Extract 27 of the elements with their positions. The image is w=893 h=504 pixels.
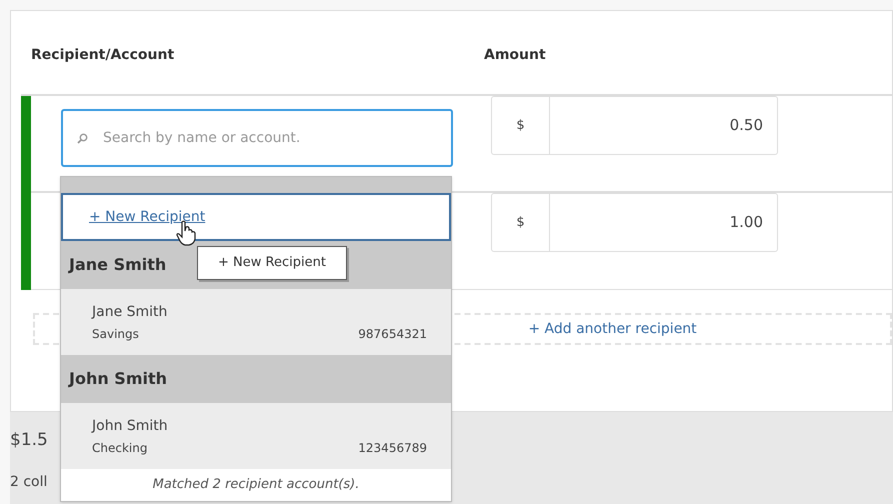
add-recipient-link[interactable]: + Add another recipient <box>528 318 697 340</box>
account-name: John Smith <box>92 416 169 436</box>
new-recipient-item[interactable]: + New Recipient <box>61 193 451 241</box>
column-header: Recipient/Account <box>30 46 176 65</box>
tooltip: + New Recipient <box>197 246 347 280</box>
total-amount: $1.5 <box>10 429 48 452</box>
account-type: Savings <box>92 326 139 342</box>
currency-label: $ <box>492 97 550 154</box>
amount-field[interactable]: $ 0.50 <box>491 96 778 155</box>
account-item[interactable]: Jane Smith Savings 987654321 <box>61 289 451 355</box>
amount-value: 1.00 <box>728 212 764 234</box>
column-header: Amount <box>484 46 546 65</box>
new-recipient-link[interactable]: + New Recipient <box>89 206 206 228</box>
amount-value: 0.50 <box>728 115 764 136</box>
search-field[interactable]: Search by name or account. <box>61 109 453 167</box>
group-header: John Smith <box>69 368 168 390</box>
account-number: 987654321 <box>358 326 427 342</box>
account-type: Checking <box>92 440 148 456</box>
count-label: 2 coll <box>10 472 48 492</box>
account-item[interactable]: John Smith Checking 123456789 <box>61 403 451 469</box>
match-count: Matched 2 recipient account(s). <box>61 469 451 501</box>
group-header: Jane Smith <box>69 254 166 276</box>
search-icon <box>77 133 88 144</box>
account-name: Jane Smith <box>92 302 168 322</box>
amount-field[interactable]: $ 1.00 <box>491 193 778 252</box>
currency-label: $ <box>492 194 550 251</box>
account-number: 123456789 <box>358 440 427 456</box>
